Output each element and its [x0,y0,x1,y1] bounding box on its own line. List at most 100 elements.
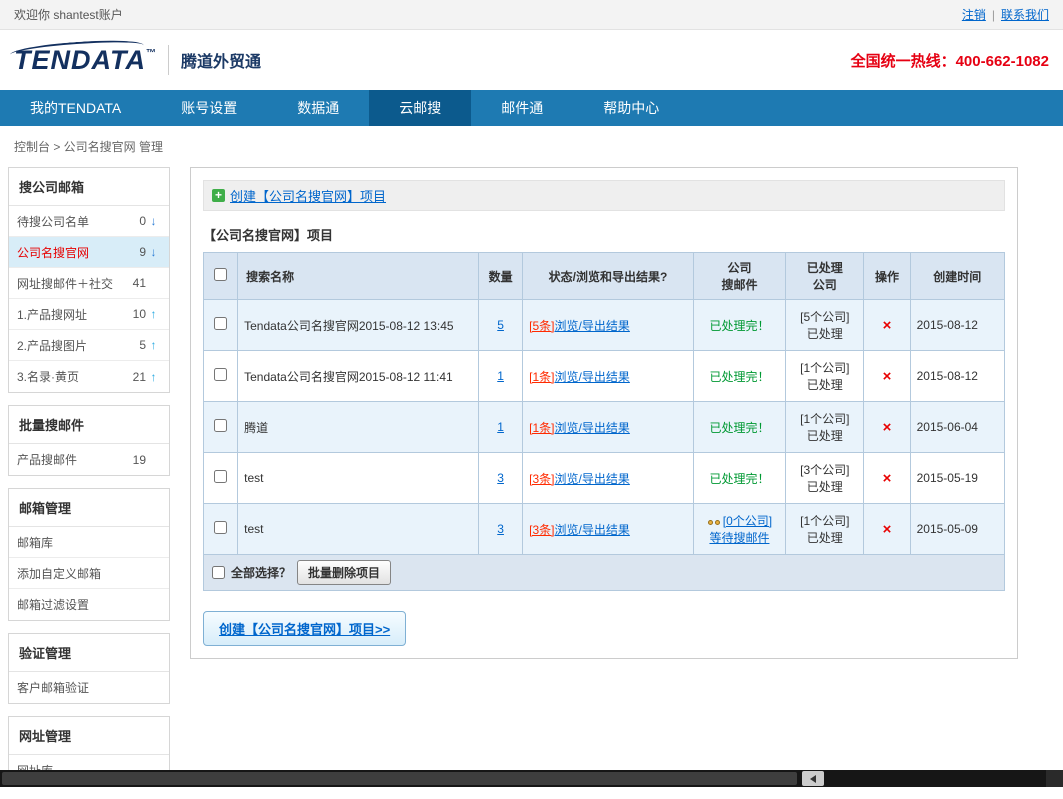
sidebar-item-mailbox-filter-settings[interactable]: 邮箱过滤设置 [9,589,169,620]
quantity-link[interactable]: 3 [497,522,504,536]
sidebar-item-label: 产品搜邮件 [17,451,128,468]
topbar-links: 注销 | 联系我们 [962,6,1049,23]
sidebar-section-title: 批量搜邮件 [9,406,169,444]
created-date: 2015-05-09 [910,504,1004,555]
processed-label: 已处理 [792,325,857,342]
arrow-down-icon: ↓ [146,245,161,259]
table-row: test 3 [3条]浏览/导出结果 已处理完！ [3个公司]已处理 × 201… [204,453,1005,504]
row-checkbox[interactable] [214,521,227,534]
select-all-checkbox[interactable] [212,566,225,579]
scrollbar-thumb[interactable] [2,772,797,785]
view-export-link[interactable]: 浏览/导出结果 [555,472,630,486]
col-header-company-mail: 公司 搜邮件 [693,253,785,300]
table-header-row: 搜索名称 数量 状态/浏览和导出结果? 公司 搜邮件 已处理 公司 操作 创建时… [204,253,1005,300]
search-name-cell: Tendata公司名搜官网2015-08-12 13:45 [238,300,479,351]
sidebar-section-title: 验证管理 [9,634,169,672]
scrollbar-arrow-button[interactable] [802,771,824,786]
scrollbar-corner [1046,770,1063,787]
result-count-link[interactable]: [3条] [529,523,554,537]
create-project-button[interactable]: 创建【公司名搜官网】项目>> [203,611,406,646]
waiting-count-link[interactable]: [0个公司] [723,514,772,528]
main-nav: 我的TENDATA 账号设置 数据通 云邮搜 邮件通 帮助中心 [0,90,1063,126]
sidebar-item-label: 2.产品搜图片 [17,337,128,354]
processed-count: [5个公司] [792,308,857,325]
search-name-cell: Tendata公司名搜官网2015-08-12 11:41 [238,351,479,402]
result-count-link[interactable]: [1条] [529,421,554,435]
row-checkbox[interactable] [214,470,227,483]
nav-tab-my-tendata[interactable]: 我的TENDATA [0,90,151,126]
nav-tab-account-settings[interactable]: 账号设置 [151,90,267,126]
sidebar-item-count: 10 [128,307,146,321]
waiting-eyes-icon [707,514,721,528]
col-header-quantity: 数量 [479,253,523,300]
nav-tab-mailtong[interactable]: 邮件通 [471,90,573,126]
brand-name: 腾道外贸通 [181,48,261,72]
row-checkbox[interactable] [214,317,227,330]
nav-tab-cloud-mail-search[interactable]: 云邮搜 [369,90,471,126]
created-date: 2015-05-19 [910,453,1004,504]
waiting-label-link[interactable]: 等待搜邮件 [700,529,779,546]
processed-label: 已处理 [792,376,857,393]
contact-us-link[interactable]: 联系我们 [1001,6,1049,23]
view-export-link[interactable]: 浏览/导出结果 [555,319,630,333]
batch-delete-button[interactable]: 批量删除项目 [297,560,391,585]
sidebar-item-count: 0 [128,214,146,228]
sidebar-item-product-search-email[interactable]: 产品搜邮件 19 [9,444,169,475]
sidebar-item-mailbox-library[interactable]: 邮箱库 [9,527,169,558]
result-count-link[interactable]: [5条] [529,319,554,333]
sidebar-item-count: 21 [128,370,146,384]
sidebar-item-company-name-search[interactable]: 公司名搜官网 9 ↓ [9,237,169,268]
nav-tab-datatong[interactable]: 数据通 [267,90,369,126]
view-export-link[interactable]: 浏览/导出结果 [555,523,630,537]
sidebar-item-url-search-social[interactable]: 网址搜邮件＋社交 41 [9,268,169,299]
sidebar-item-count: 9 [128,245,146,259]
breadcrumb: 控制台 > 公司名搜官网 管理 [0,126,1063,165]
arrow-down-icon: ↓ [146,214,161,228]
sidebar-item-product-search-image[interactable]: 2.产品搜图片 5 ↑ [9,330,169,361]
row-checkbox[interactable] [214,419,227,432]
sidebar-item-label: 邮箱库 [17,534,161,551]
delete-icon[interactable]: × [883,521,892,538]
processed-label: 已处理 [792,427,857,444]
col-header-action: 操作 [864,253,910,300]
header-select-checkbox[interactable] [214,268,227,281]
sidebar-section-verification-management: 验证管理 客户邮箱验证 [8,633,170,704]
created-date: 2015-08-12 [910,351,1004,402]
created-date: 2015-06-04 [910,402,1004,453]
view-export-link[interactable]: 浏览/导出结果 [555,421,630,435]
sidebar-item-customer-email-verification[interactable]: 客户邮箱验证 [9,672,169,703]
table-row: 腾道 1 [1条]浏览/导出结果 已处理完！ [1个公司]已处理 × 2015-… [204,402,1005,453]
processed-count: [1个公司] [792,512,857,529]
delete-icon[interactable]: × [883,317,892,334]
view-export-link[interactable]: 浏览/导出结果 [555,370,630,384]
delete-icon[interactable]: × [883,368,892,385]
delete-icon[interactable]: × [883,419,892,436]
nav-tab-help-center[interactable]: 帮助中心 [573,90,689,126]
quantity-link[interactable]: 5 [497,318,504,332]
tendata-logo: TENDATA ™ [14,45,156,76]
table-row: test 3 [3条]浏览/导出结果 [0个公司] 等待搜邮件 [1个公司]已处… [204,504,1005,555]
sidebar-item-label: 添加自定义邮箱 [17,565,161,582]
horizontal-scrollbar[interactable] [0,770,1063,787]
processed-label: 已处理 [792,478,857,495]
result-count-link[interactable]: [3条] [529,472,554,486]
result-count-link[interactable]: [1条] [529,370,554,384]
quantity-link[interactable]: 1 [497,420,504,434]
table-footer: 全部选择？ 批量删除项目 [203,555,1005,591]
sidebar-item-directory-yellow-pages[interactable]: 3.名录·黄页 21 ↑ [9,361,169,392]
quantity-link[interactable]: 3 [497,471,504,485]
sidebar-item-add-custom-mailbox[interactable]: 添加自定义邮箱 [9,558,169,589]
col-header-status: 状态/浏览和导出结果? [523,253,694,300]
row-checkbox[interactable] [214,368,227,381]
scrollbar-arrow-icon [810,775,816,783]
logout-link[interactable]: 注销 [962,6,986,23]
sidebar-item-product-search-url[interactable]: 1.产品搜网址 10 ↑ [9,299,169,330]
search-name-cell: 腾道 [238,402,479,453]
sidebar-item-pending-company-list[interactable]: 待搜公司名单 0 ↓ [9,206,169,237]
content: 搜公司邮箱 待搜公司名单 0 ↓ 公司名搜官网 9 ↓ 网址搜邮件＋社交 41 [0,165,1063,799]
search-name-cell: test [238,453,479,504]
create-project-link[interactable]: 创建【公司名搜官网】项目 [230,186,386,205]
quantity-link[interactable]: 1 [497,369,504,383]
delete-icon[interactable]: × [883,470,892,487]
sidebar-section-mailbox-management: 邮箱管理 邮箱库 添加自定义邮箱 邮箱过滤设置 [8,488,170,621]
